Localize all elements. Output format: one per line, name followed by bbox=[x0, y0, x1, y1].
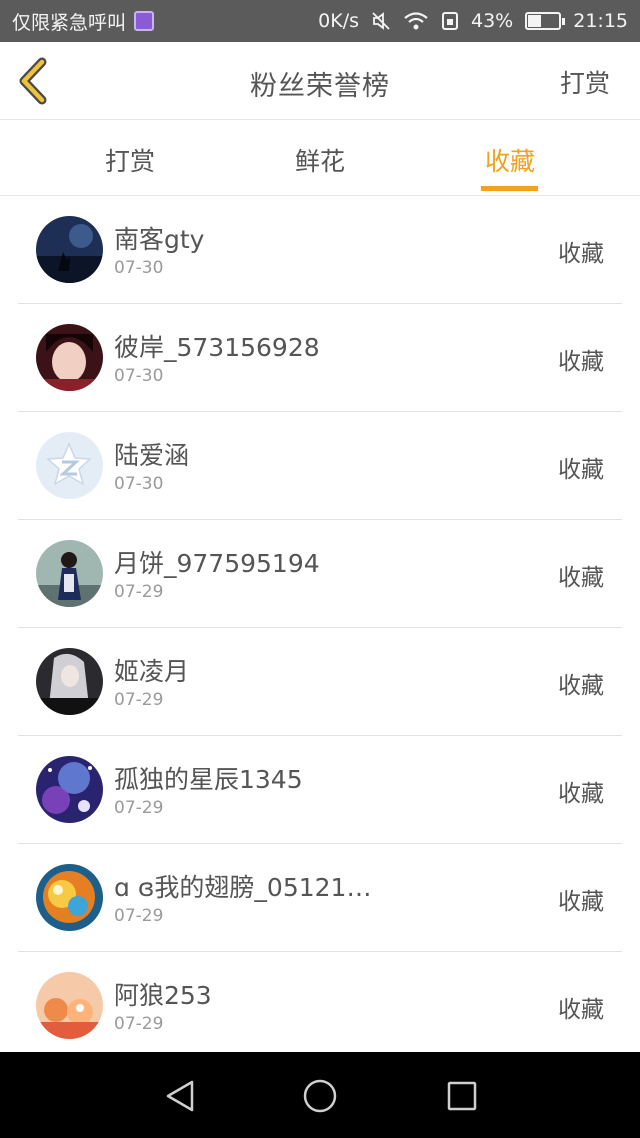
avatar bbox=[36, 864, 103, 931]
fan-action: 收藏 bbox=[558, 673, 604, 699]
clock: 21:15 bbox=[573, 10, 628, 32]
fan-name: 陆爱涵 bbox=[114, 441, 190, 470]
tab-bar: 打赏 鲜花 收藏 bbox=[0, 120, 640, 196]
list-item[interactable]: 彼岸_573156928 07-30 收藏 bbox=[18, 304, 622, 412]
battery-percent: 43% bbox=[471, 10, 514, 32]
list-item[interactable]: 姬凌月 07-29 收藏 bbox=[18, 628, 622, 736]
fan-date: 07-29 bbox=[114, 1014, 164, 1034]
avatar bbox=[36, 324, 103, 391]
avatar bbox=[36, 648, 103, 715]
avatar bbox=[36, 756, 103, 823]
fan-date: 07-30 bbox=[114, 366, 164, 386]
fan-name: 阿狼253 bbox=[114, 981, 212, 1010]
nav-back-button[interactable] bbox=[160, 1076, 200, 1116]
fan-date: 07-29 bbox=[114, 582, 164, 602]
tab-flowers[interactable]: 鲜花 bbox=[260, 142, 380, 178]
fan-action: 收藏 bbox=[558, 349, 604, 375]
fan-date: 07-30 bbox=[114, 258, 164, 278]
network-speed: 0K/s bbox=[318, 10, 359, 32]
carrier-text: 仅限紧急呼叫 bbox=[12, 11, 127, 34]
list-item[interactable]: 孤独的星辰1345 07-29 收藏 bbox=[18, 736, 622, 844]
wifi-icon bbox=[403, 11, 429, 31]
fan-action: 收藏 bbox=[558, 997, 604, 1023]
battery-fill bbox=[528, 15, 542, 27]
fan-name: 彼岸_573156928 bbox=[114, 333, 320, 362]
circle-home-icon bbox=[303, 1079, 337, 1113]
reward-button[interactable]: 打赏 bbox=[560, 64, 610, 100]
avatar bbox=[36, 540, 103, 607]
fan-date: 07-29 bbox=[114, 906, 164, 926]
sim-icon bbox=[441, 11, 459, 31]
gallery-notification-icon bbox=[134, 11, 155, 31]
system-nav-bar bbox=[0, 1052, 640, 1138]
square-recents-icon bbox=[447, 1081, 477, 1111]
fan-action: 收藏 bbox=[558, 241, 604, 267]
fan-action: 收藏 bbox=[558, 565, 604, 591]
fan-action: 收藏 bbox=[558, 781, 604, 807]
nav-home-button[interactable] bbox=[300, 1076, 340, 1116]
tab-favorites[interactable]: 收藏 bbox=[450, 142, 570, 178]
fan-name: ɑ ɞ我的翅膀_05121… bbox=[114, 873, 372, 902]
fan-action: 收藏 bbox=[558, 889, 604, 915]
fan-name: 孤独的星辰1345 bbox=[114, 765, 303, 794]
active-tab-indicator bbox=[481, 186, 538, 191]
battery-icon bbox=[525, 12, 566, 30]
fan-date: 07-30 bbox=[114, 474, 164, 494]
fan-name: 南客gty bbox=[114, 225, 205, 254]
list-item[interactable]: 阿狼253 07-29 收藏 bbox=[18, 952, 622, 1052]
fan-list: 南客gty 07-30 收藏 彼岸_573156928 07-30 收藏 陆爱涵… bbox=[0, 196, 640, 1052]
mute-icon bbox=[371, 11, 391, 31]
fan-name: 姬凌月 bbox=[114, 657, 190, 686]
list-item[interactable]: 月饼_977595194 07-29 收藏 bbox=[18, 520, 622, 628]
triangle-back-icon bbox=[166, 1080, 194, 1112]
page-title: 粉丝荣誉榜 bbox=[250, 71, 390, 102]
avatar bbox=[36, 216, 103, 283]
fan-date: 07-29 bbox=[114, 690, 164, 710]
avatar bbox=[36, 432, 103, 499]
list-item[interactable]: 南客gty 07-30 收藏 bbox=[18, 196, 622, 304]
avatar bbox=[36, 972, 103, 1039]
list-item[interactable]: ɑ ɞ我的翅膀_05121… 07-29 收藏 bbox=[18, 844, 622, 952]
fan-date: 07-29 bbox=[114, 798, 164, 818]
nav-recents-button[interactable] bbox=[442, 1076, 482, 1116]
fan-name: 月饼_977595194 bbox=[114, 549, 320, 578]
header: 粉丝荣誉榜 打赏 bbox=[0, 42, 640, 120]
list-item[interactable]: 陆爱涵 07-30 收藏 bbox=[18, 412, 622, 520]
fan-action: 收藏 bbox=[558, 457, 604, 483]
tab-reward[interactable]: 打赏 bbox=[70, 142, 190, 178]
status-bar: 仅限紧急呼叫 0K/s 43% 21:15 bbox=[0, 0, 640, 42]
